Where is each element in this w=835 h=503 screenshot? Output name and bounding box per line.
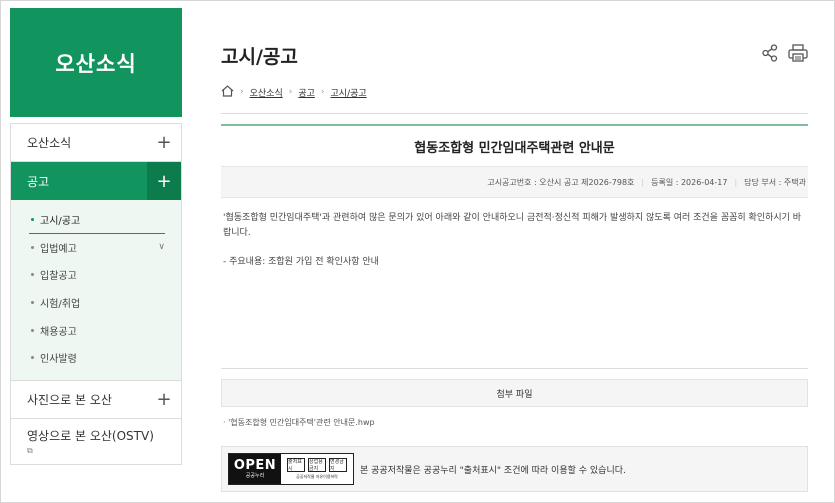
print-icon[interactable] [788, 44, 808, 66]
home-icon[interactable] [221, 84, 234, 100]
no-derivatives-icon: 변경금지 [329, 458, 347, 472]
breadcrumb-separator: › [288, 87, 293, 97]
meta-divider: | [641, 177, 645, 187]
submenu-item-exam[interactable]: 시험/취업 [11, 289, 181, 317]
sidebar-item-ostv[interactable]: 영상으로 본 오산(OSTV) ⧉ [11, 419, 181, 465]
bullet-icon [31, 245, 34, 249]
submenu-item-label: 입법예고 [40, 243, 77, 255]
kogl-badges: 출처표시 상업용금지 변경금지 공공저작물 자유이용허락 [281, 458, 353, 480]
sidebar: 오산소식 오산소식 + 공고 + 고시/공고 입법예고 ∨ 입찰공고 시험/취업… [10, 8, 182, 465]
submenu-item-label: 시험/취업 [40, 299, 81, 311]
chevron-down-icon[interactable]: ∨ [158, 242, 165, 252]
breadcrumb-separator: › [320, 87, 325, 97]
submenu-item-recruit[interactable]: 채용공고 [11, 316, 181, 344]
divider [221, 113, 808, 114]
plus-icon[interactable]: + [147, 381, 181, 418]
breadcrumb-item[interactable]: 고시/공고 [331, 86, 367, 99]
share-icon[interactable] [762, 44, 778, 66]
submenu-item-label: 입찰공고 [40, 271, 77, 283]
submenu-item-public-notice[interactable]: 고시/공고 [11, 206, 181, 234]
sidebar-item-notice[interactable]: 공고 + [11, 162, 181, 200]
submenu-item-label: 채용공고 [40, 326, 77, 338]
bullet-icon [31, 356, 34, 360]
kogl-logo-sub: 공공누리 [245, 473, 265, 479]
main-content: 고시/공고 › 오산소식 › 공고 › 고시/공고 협동조합형 민간임대주택관련… [221, 8, 808, 492]
sidebar-item-osan-news[interactable]: 오산소식 + [11, 124, 181, 162]
kogl-logo-text: OPEN [233, 458, 277, 473]
breadcrumb-item[interactable]: 공고 [298, 86, 315, 99]
attachment-file-link[interactable]: · '협동조합형 민간임대주택'관련 안내문.hwp [221, 417, 808, 428]
kogl-open-mark: OPEN 공공누리 [229, 454, 281, 484]
submenu-item-label: 인사발령 [40, 354, 77, 366]
bullet-icon [31, 301, 34, 305]
sidebar-menu: 오산소식 + 공고 + 고시/공고 입법예고 ∨ 입찰공고 시험/취업 채용공고… [10, 123, 182, 465]
toolbar [762, 44, 808, 66]
attachment-header: 첨부 파일 [221, 379, 808, 407]
sidebar-item-label: 오산소식 [27, 136, 72, 150]
kogl-license-logo: OPEN 공공누리 출처표시 상업용금지 변경금지 공공저작물 자유이용허락 [228, 453, 354, 485]
page-title: 고시/공고 [221, 46, 298, 68]
plus-icon[interactable]: + [147, 162, 181, 200]
kogl-caption: 공공저작물 자유이용허락 [296, 474, 338, 479]
meta-divider: | [734, 177, 738, 187]
department: 담당 부서 : 주택과 [744, 177, 806, 187]
sidebar-item-label: 영상으로 본 오산(OSTV) [27, 428, 154, 443]
submenu-item-label: 고시/공고 [40, 216, 81, 228]
license-box: OPEN 공공누리 출처표시 상업용금지 변경금지 공공저작물 자유이용허락 본… [221, 446, 808, 492]
external-window-icon: ⧉ [27, 445, 33, 455]
bullet-icon [31, 273, 34, 277]
breadcrumb: › 오산소식 › 공고 › 고시/공고 [221, 84, 808, 100]
bullet-icon [31, 328, 34, 332]
submenu-item-bid[interactable]: 입찰공고 [11, 261, 181, 289]
body-paragraph: - 주요내용: 조합원 가입 전 확인사항 안내 [223, 257, 379, 267]
sidebar-item-label: 사진으로 본 오산 [27, 392, 112, 407]
sidebar-title: 오산소식 [10, 8, 182, 117]
sidebar-item-photos[interactable]: 사진으로 본 오산 + [11, 381, 181, 419]
attachment-divider [221, 368, 808, 369]
breadcrumb-item[interactable]: 오산소식 [250, 86, 283, 99]
notice-number: 고시공고번호 : 오산시 공고 제2026-798호 [487, 177, 635, 187]
registration-date: 등록일 : 2026-04-17 [651, 177, 728, 187]
plus-icon[interactable]: + [147, 124, 181, 161]
attribution-icon: 출처표시 [287, 458, 305, 472]
article-title: 협동조합형 민간임대주택관련 안내문 [414, 141, 615, 156]
bullet-icon [31, 218, 34, 222]
sidebar-item-label: 공고 [27, 174, 50, 189]
sidebar-submenu: 고시/공고 입법예고 ∨ 입찰공고 시험/취업 채용공고 인사발령 [11, 200, 181, 381]
license-text: 본 공공저작물은 공공누리 "출처표시" 조건에 따라 이용할 수 있습니다. [360, 465, 626, 476]
noncommercial-icon: 상업용금지 [308, 458, 326, 472]
article: 협동조합형 민간임대주택관련 안내문 고시공고번호 : 오산시 공고 제2026… [221, 124, 808, 492]
article-body: '협동조합형 민간임대주택'과 관련하여 많은 문의가 있어 아래와 같이 안내… [221, 198, 808, 368]
body-paragraph: '협동조합형 민간임대주택'과 관련하여 많은 문의가 있어 아래와 같이 안내… [223, 213, 802, 238]
article-meta: 고시공고번호 : 오산시 공고 제2026-798호 | 등록일 : 2026-… [221, 166, 808, 198]
submenu-item-personnel[interactable]: 인사발령 [11, 344, 181, 372]
breadcrumb-separator: › [240, 87, 244, 97]
submenu-item-legislation[interactable]: 입법예고 ∨ [11, 234, 181, 262]
